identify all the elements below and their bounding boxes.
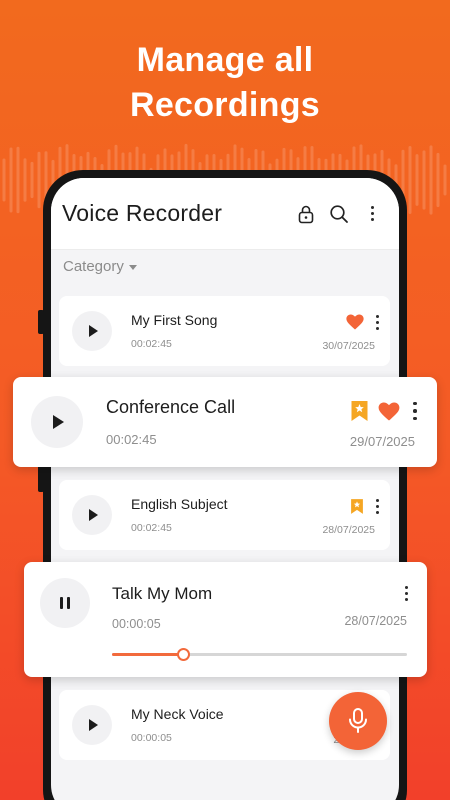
play-icon <box>89 509 98 521</box>
recording-date: 30/07/2025 <box>322 340 375 352</box>
recording-card[interactable]: English Subject 00:02:45 28/07/2025 <box>59 480 390 550</box>
play-button[interactable] <box>72 705 112 745</box>
microphone-icon <box>349 708 367 733</box>
recording-date: 29/07/2025 <box>349 434 415 449</box>
play-icon <box>53 415 64 429</box>
lock-icon[interactable] <box>291 199 321 229</box>
category-label: Category <box>63 258 124 275</box>
more-vertical-icon[interactable] <box>372 313 382 331</box>
pause-button[interactable] <box>40 578 90 628</box>
recording-card-playing[interactable]: Talk My Mom 00:00:05 28/07/2025 <box>24 562 427 677</box>
more-vertical-icon[interactable] <box>372 497 382 515</box>
bookmark-star-icon[interactable] <box>350 400 369 422</box>
more-vertical-icon[interactable] <box>357 199 387 229</box>
more-vertical-icon[interactable] <box>409 400 421 422</box>
phone-side-button <box>38 310 44 334</box>
recording-card[interactable]: My First Song 00:02:45 30/07/2025 <box>59 296 390 366</box>
heart-icon[interactable] <box>346 314 364 330</box>
app-title: Voice Recorder <box>62 200 223 226</box>
record-button[interactable] <box>329 692 387 750</box>
play-button[interactable] <box>72 495 112 535</box>
playback-progress-fill <box>112 653 183 656</box>
playback-progress-handle[interactable] <box>176 648 190 661</box>
play-button[interactable] <box>31 396 83 448</box>
recording-date: 28/07/2025 <box>322 524 375 536</box>
bookmark-star-icon[interactable] <box>350 498 364 515</box>
search-icon[interactable] <box>324 199 354 229</box>
play-icon <box>89 719 98 731</box>
headline-line-2: Recordings <box>129 86 321 124</box>
recording-date: 28/07/2025 <box>344 614 407 628</box>
playback-progress-slider[interactable] <box>112 648 407 661</box>
play-button[interactable] <box>72 311 112 351</box>
promo-headline: Manage all Recordings <box>0 38 450 128</box>
recording-name: Talk My Mom <box>112 584 213 603</box>
play-icon <box>89 325 98 337</box>
more-vertical-icon[interactable] <box>401 584 411 602</box>
pause-icon <box>60 597 70 609</box>
category-dropdown[interactable]: Category <box>63 258 137 275</box>
recording-card[interactable]: Conference Call 00:02:45 29/07/2025 <box>13 377 437 467</box>
heart-icon[interactable] <box>378 401 400 421</box>
chevron-down-icon <box>128 265 137 270</box>
app-bar: Voice Recorder <box>51 178 399 250</box>
headline-line-1: Manage all <box>136 41 314 79</box>
